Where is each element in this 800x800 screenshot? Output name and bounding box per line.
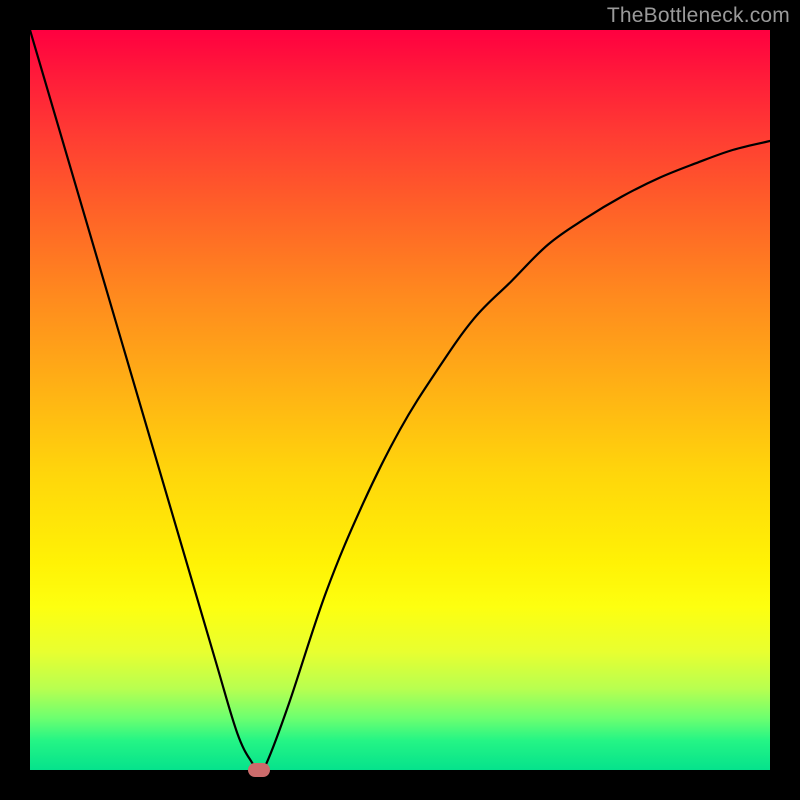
chart-plot-area <box>30 30 770 770</box>
watermark-text: TheBottleneck.com <box>607 4 790 28</box>
optimal-point-marker <box>248 763 270 777</box>
bottleneck-curve <box>30 30 770 770</box>
chart-frame: TheBottleneck.com <box>0 0 800 800</box>
